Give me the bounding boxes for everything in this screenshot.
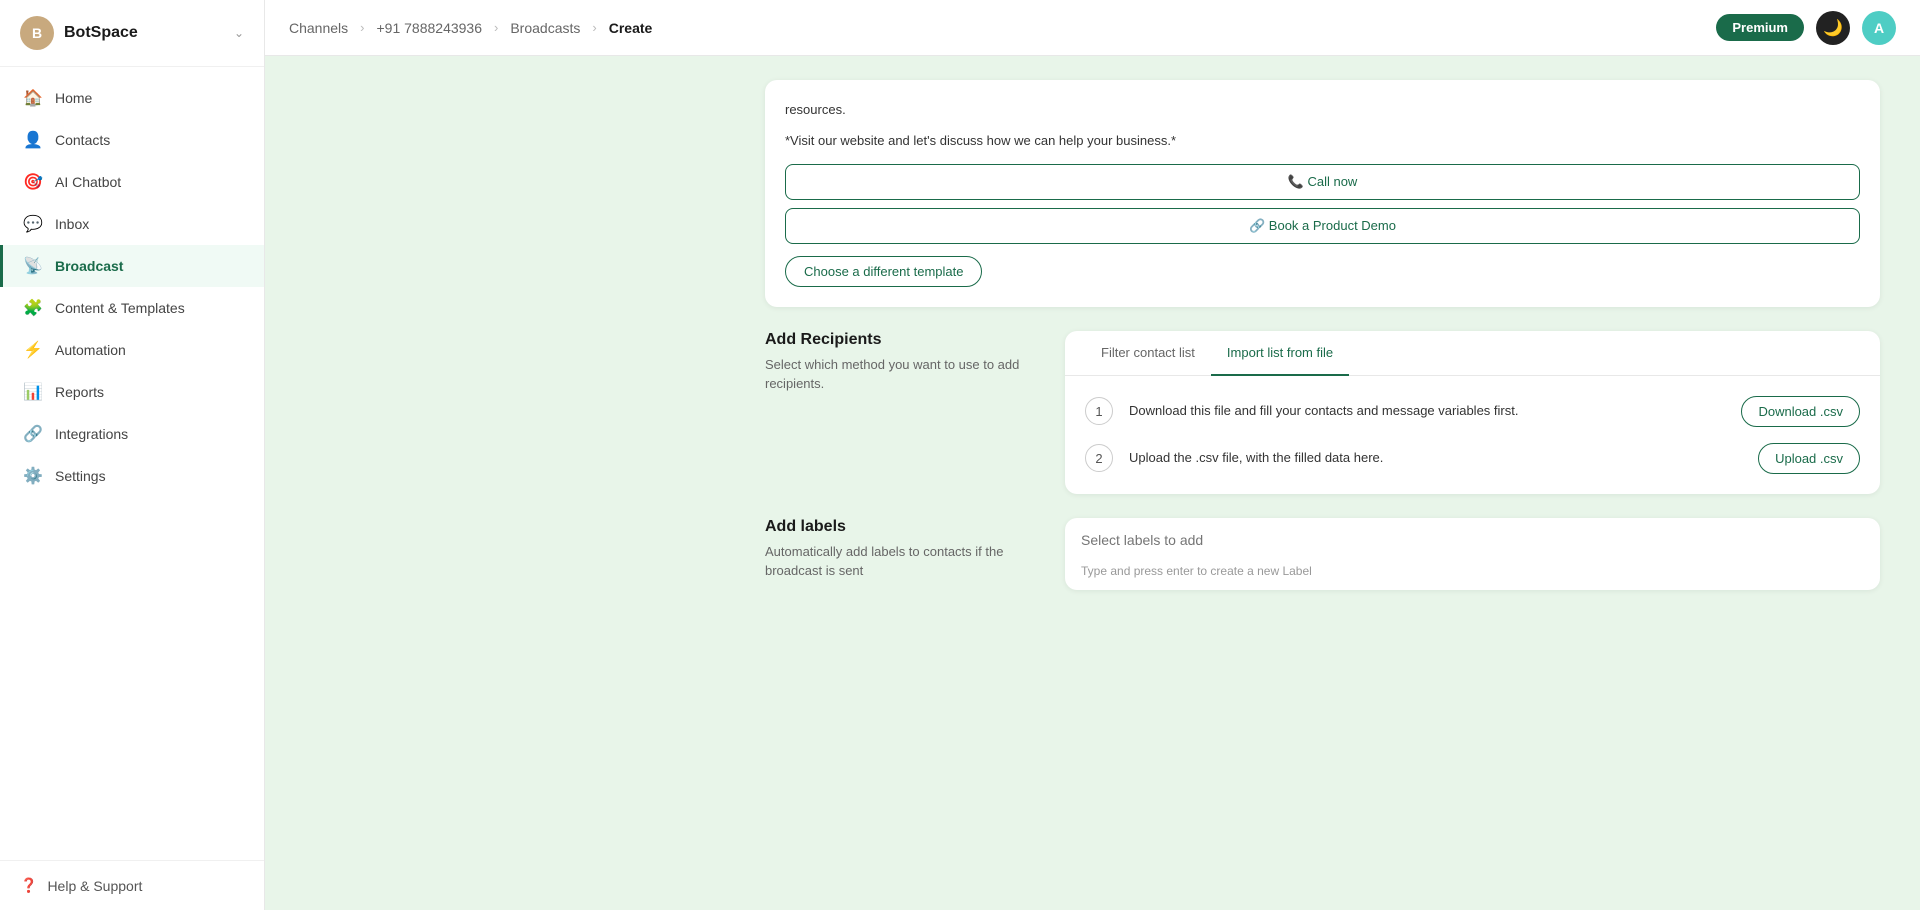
sidebar: B BotSpace ⌄ 🏠 Home 👤 Contacts 🎯 AI Chat… xyxy=(0,0,265,910)
tabs-content: 1 Download this file and fill your conta… xyxy=(1065,376,1880,494)
labels-title: Add labels xyxy=(765,518,1025,536)
labels-input[interactable] xyxy=(1081,532,1864,548)
sidebar-label-broadcast: Broadcast xyxy=(55,258,123,274)
template-text-resources: resources. xyxy=(785,100,1860,121)
brand-name: BotSpace xyxy=(64,24,138,42)
topbar-actions: Premium 🌙 A xyxy=(1716,11,1896,45)
sidebar-item-contacts[interactable]: 👤 Contacts xyxy=(0,119,264,161)
sidebar-label-integrations: Integrations xyxy=(55,426,128,442)
help-label: Help & Support xyxy=(47,878,142,894)
upload-csv-button[interactable]: Upload .csv xyxy=(1758,443,1860,474)
template-card: resources. *Visit our website and let's … xyxy=(765,80,1880,307)
sidebar-item-integrations[interactable]: 🔗 Integrations xyxy=(0,413,264,455)
step-2-row: 2 Upload the .csv file, with the filled … xyxy=(1085,443,1860,474)
call-now-button[interactable]: 📞 Call now xyxy=(785,164,1860,200)
book-demo-button[interactable]: 🔗 Book a Product Demo xyxy=(785,208,1860,244)
recipients-row: Add Recipients Select which method you w… xyxy=(765,331,1880,494)
content-templates-icon: 🧩 xyxy=(23,298,43,318)
step-1-text: Download this file and fill your contact… xyxy=(1129,401,1725,421)
labels-desc: Automatically add labels to contacts if … xyxy=(765,542,1025,581)
labels-hint: Type and press enter to create a new Lab… xyxy=(1065,564,1880,590)
sidebar-item-reports[interactable]: 📊 Reports xyxy=(0,371,264,413)
step-1-row: 1 Download this file and fill your conta… xyxy=(1085,396,1860,427)
sidebar-nav: 🏠 Home 👤 Contacts 🎯 AI Chatbot 💬 Inbox 📡… xyxy=(0,67,264,860)
ai-chatbot-icon: 🎯 xyxy=(23,172,43,192)
labels-input-wrap[interactable] xyxy=(1065,518,1880,564)
settings-icon: ⚙️ xyxy=(23,466,43,486)
sidebar-item-home[interactable]: 🏠 Home xyxy=(0,77,264,119)
breadcrumb-channels[interactable]: Channels xyxy=(289,20,348,36)
sidebar-item-content-templates[interactable]: 🧩 Content & Templates xyxy=(0,287,264,329)
tab-filter-contact[interactable]: Filter contact list xyxy=(1085,331,1211,376)
premium-button[interactable]: Premium xyxy=(1716,14,1804,41)
step-2-number: 2 xyxy=(1085,444,1113,472)
step-2-text: Upload the .csv file, with the filled da… xyxy=(1129,448,1742,468)
help-icon: ❓ xyxy=(20,877,37,894)
breadcrumb-create: Create xyxy=(609,20,653,36)
dark-mode-toggle[interactable]: 🌙 xyxy=(1816,11,1850,45)
breadcrumb-sep-2: › xyxy=(494,20,498,35)
template-actions: 📞 Call now 🔗 Book a Product Demo xyxy=(785,164,1860,244)
sidebar-item-broadcast[interactable]: 📡 Broadcast xyxy=(0,245,264,287)
tab-import-list[interactable]: Import list from file xyxy=(1211,331,1349,376)
recipients-desc: Select which method you want to use to a… xyxy=(765,355,1025,394)
sidebar-label-automation: Automation xyxy=(55,342,126,358)
topbar: Channels › +91 7888243936 › Broadcasts ›… xyxy=(265,0,1920,56)
breadcrumb-sep-1: › xyxy=(360,20,364,35)
sidebar-label-reports: Reports xyxy=(55,384,104,400)
labels-card: Type and press enter to create a new Lab… xyxy=(1065,518,1880,590)
sidebar-label-content-templates: Content & Templates xyxy=(55,300,185,316)
sidebar-label-home: Home xyxy=(55,90,92,106)
sidebar-label-inbox: Inbox xyxy=(55,216,89,232)
left-panel xyxy=(265,56,765,910)
choose-template-button[interactable]: Choose a different template xyxy=(785,256,982,287)
brand-header[interactable]: B BotSpace ⌄ xyxy=(0,0,264,67)
brand-chevron-icon: ⌄ xyxy=(234,26,244,40)
sidebar-item-inbox[interactable]: 💬 Inbox xyxy=(0,203,264,245)
contacts-icon: 👤 xyxy=(23,130,43,150)
breadcrumb-broadcasts[interactable]: Broadcasts xyxy=(510,20,580,36)
help-support-item[interactable]: ❓ Help & Support xyxy=(20,877,244,894)
download-csv-button[interactable]: Download .csv xyxy=(1741,396,1860,427)
automation-icon: ⚡ xyxy=(23,340,43,360)
inbox-icon: 💬 xyxy=(23,214,43,234)
recipients-title: Add Recipients xyxy=(765,331,1025,349)
content-area: resources. *Visit our website and let's … xyxy=(265,56,1920,910)
recipients-tabs-card: Filter contact list Import list from fil… xyxy=(1065,331,1880,494)
sidebar-label-contacts: Contacts xyxy=(55,132,110,148)
breadcrumb-sep-3: › xyxy=(592,20,596,35)
right-panel: resources. *Visit our website and let's … xyxy=(765,56,1920,910)
template-text-website: *Visit our website and let's discuss how… xyxy=(785,131,1860,152)
brand-avatar: B xyxy=(20,16,54,50)
breadcrumb-phone[interactable]: +91 7888243936 xyxy=(377,20,483,36)
sidebar-footer[interactable]: ❓ Help & Support xyxy=(0,860,264,910)
main-area: Channels › +91 7888243936 › Broadcasts ›… xyxy=(265,0,1920,910)
tabs-header: Filter contact list Import list from fil… xyxy=(1065,331,1880,376)
sidebar-label-settings: Settings xyxy=(55,468,106,484)
sidebar-item-settings[interactable]: ⚙️ Settings xyxy=(0,455,264,497)
home-icon: 🏠 xyxy=(23,88,43,108)
recipients-left: Add Recipients Select which method you w… xyxy=(765,331,1025,394)
broadcast-icon: 📡 xyxy=(23,256,43,276)
user-avatar[interactable]: A xyxy=(1862,11,1896,45)
labels-left: Add labels Automatically add labels to c… xyxy=(765,518,1025,581)
sidebar-item-ai-chatbot[interactable]: 🎯 AI Chatbot xyxy=(0,161,264,203)
sidebar-label-ai-chatbot: AI Chatbot xyxy=(55,174,121,190)
integrations-icon: 🔗 xyxy=(23,424,43,444)
sidebar-item-automation[interactable]: ⚡ Automation xyxy=(0,329,264,371)
step-1-number: 1 xyxy=(1085,397,1113,425)
reports-icon: 📊 xyxy=(23,382,43,402)
labels-row: Add labels Automatically add labels to c… xyxy=(765,518,1880,590)
